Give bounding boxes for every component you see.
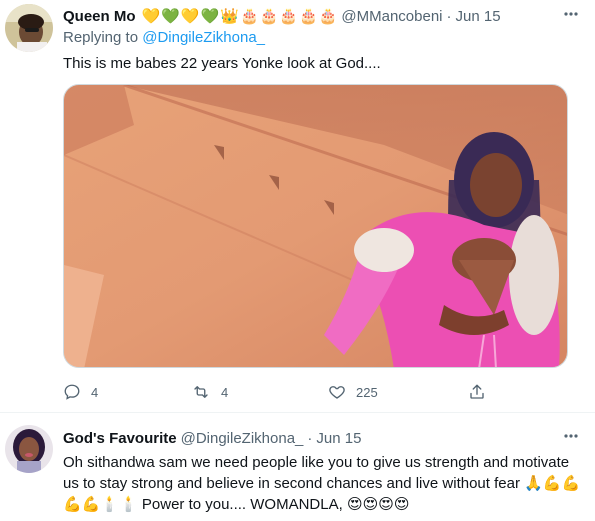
name-emojis: 💛 💚 💛 💚 👑 🎂 🎂 🎂 🎂 🎂	[142, 9, 338, 24]
tweet-text: Oh sithandwa sam we need people like you…	[63, 452, 583, 515]
share-button[interactable]	[468, 376, 486, 408]
heart-eyes-emojis: 😍😍😍😍	[346, 496, 410, 513]
avatar[interactable]	[5, 425, 53, 473]
tweet-text-mid: Power to you.... WOMANDLA,	[137, 496, 347, 513]
display-name[interactable]: Queen Mo	[63, 8, 136, 25]
green-heart-icon: 💚	[200, 7, 220, 25]
more-dots-icon	[564, 434, 578, 438]
user-handle[interactable]: @DingileZikhona_	[181, 430, 304, 447]
tweet-queen-mo[interactable]: Queen Mo 💛 💚 💛 💚 👑 🎂 🎂 🎂 🎂 🎂 @MMancobeni…	[0, 0, 595, 413]
reply-icon	[64, 384, 80, 400]
user-handle[interactable]: @MMancobeni	[341, 8, 442, 25]
tweet-header: God's Favourite @DingileZikhona_ · Jun 1…	[63, 427, 583, 449]
yellow-heart-icon: 💛	[141, 7, 161, 25]
cake-icon: 🎂	[279, 7, 299, 25]
reply-button[interactable]: 4	[63, 376, 98, 408]
cake-icon: 🎂	[299, 7, 318, 25]
tweet-header: Queen Mo 💛 💚 💛 💚 👑 🎂 🎂 🎂 🎂 🎂 @MMancobeni…	[63, 5, 583, 27]
avatar-image	[5, 425, 53, 473]
more-icon[interactable]	[559, 5, 583, 27]
replying-to-label: Replying to	[63, 29, 143, 46]
more-dots-icon	[564, 12, 578, 16]
avatar-image	[5, 4, 53, 52]
separator-dot: ·	[307, 429, 313, 447]
replying-to: Replying to @DingileZikhona_	[63, 29, 583, 51]
crown-icon: 👑	[220, 7, 239, 25]
tweet-gods-favourite[interactable]: God's Favourite @DingileZikhona_ · Jun 1…	[0, 413, 595, 521]
tweet-date[interactable]: Jun 15	[316, 430, 361, 447]
tweet-photo[interactable]	[63, 84, 568, 368]
retweet-button[interactable]: 4	[191, 376, 228, 408]
like-count: 225	[356, 384, 378, 400]
yellow-heart-icon: 💛	[180, 7, 200, 25]
share-icon	[470, 384, 484, 399]
cake-icon: 🎂	[239, 7, 259, 25]
cake-icon: 🎂	[259, 7, 279, 25]
heart-icon	[329, 386, 345, 399]
tweet-text: This is me babes 22 years Yonke look at …	[63, 55, 381, 72]
more-icon[interactable]	[559, 427, 583, 449]
replying-to-link[interactable]: @DingileZikhona_	[142, 29, 265, 46]
cake-icon: 🎂	[318, 7, 338, 25]
separator-dot: ·	[446, 7, 452, 25]
retweet-icon	[194, 386, 208, 398]
tweet-text-main: Oh sithandwa sam we need people like you…	[63, 454, 570, 492]
green-heart-icon: 💚	[161, 7, 180, 25]
tweet-actions: 4 4 225	[63, 376, 513, 408]
like-button[interactable]: 225	[328, 376, 378, 408]
display-name[interactable]: God's Favourite	[63, 430, 177, 447]
photo-image	[64, 85, 567, 367]
retweet-count: 4	[221, 384, 229, 400]
avatar[interactable]	[5, 4, 53, 52]
reply-count: 4	[91, 384, 99, 400]
tweet-date[interactable]: Jun 15	[456, 8, 501, 25]
